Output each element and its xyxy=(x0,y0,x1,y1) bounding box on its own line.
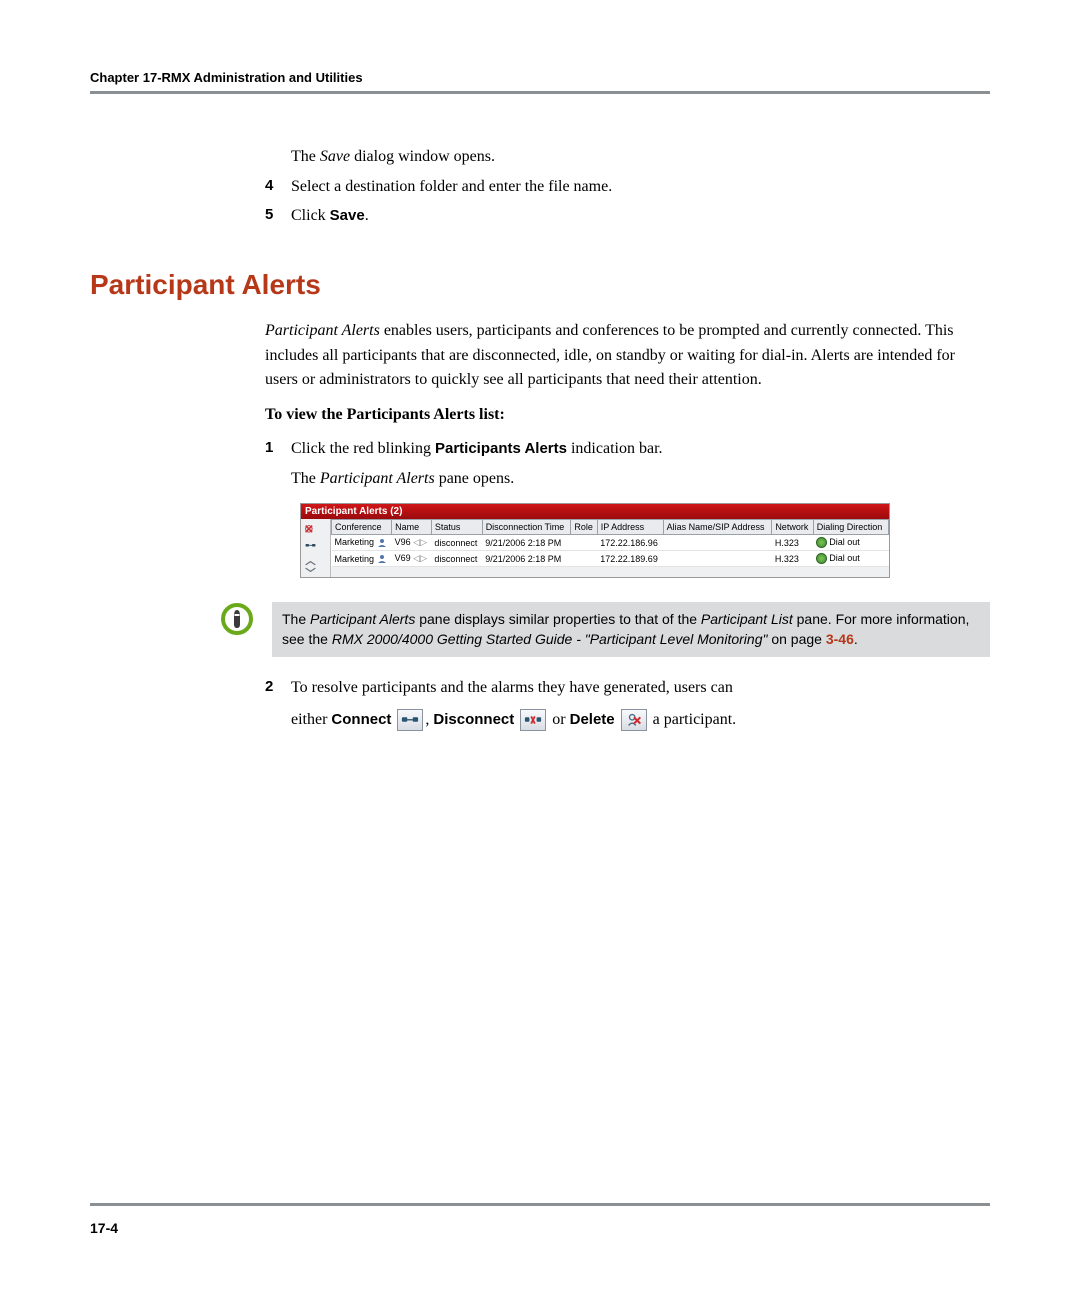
step-number-5: 5 xyxy=(265,203,291,229)
dial-out-icon xyxy=(816,537,827,548)
table-row: Marketing V96 ◁▷ disconnect 9/21/2006 2:… xyxy=(332,535,889,551)
connect-icon xyxy=(303,539,317,553)
table-row: Marketing V69 ◁▷ disconnect 9/21/2006 2:… xyxy=(332,551,889,567)
connect-button-icon xyxy=(397,709,423,731)
col-role: Role xyxy=(571,520,597,535)
section-heading: Participant Alerts xyxy=(90,269,990,301)
step-1b-text: The Participant Alerts pane opens. xyxy=(291,466,990,492)
chapter-header: Chapter 17-RMX Administration and Utilit… xyxy=(90,70,990,85)
col-dialing: Dialing Direction xyxy=(813,520,888,535)
step-1-text: Click the red blinking Participants Aler… xyxy=(291,436,990,462)
note-box: The Participant Alerts pane displays sim… xyxy=(272,602,990,657)
col-network: Network xyxy=(772,520,813,535)
info-icon xyxy=(220,602,254,641)
intro-line: The Save dialog window opens. xyxy=(291,144,990,170)
page-number: 17-4 xyxy=(90,1220,118,1236)
alerts-table: Conference Name Status Disconnection Tim… xyxy=(331,519,889,567)
col-disconnection-time: Disconnection Time xyxy=(482,520,571,535)
table-header-row: Conference Name Status Disconnection Tim… xyxy=(332,520,889,535)
dial-out-icon xyxy=(816,553,827,564)
step-number-4: 4 xyxy=(265,174,291,200)
col-status: Status xyxy=(431,520,482,535)
delete-button-icon xyxy=(621,709,647,731)
participant-alerts-screenshot: Participant Alerts (2) Conference xyxy=(300,503,890,578)
delete-icon xyxy=(303,523,317,537)
step-number-1: 1 xyxy=(265,436,291,462)
col-name: Name xyxy=(392,520,432,535)
screenshot-title-bar: Participant Alerts (2) xyxy=(301,504,889,519)
step-5-text: Click Save. xyxy=(291,203,990,229)
header-rule xyxy=(90,91,990,94)
col-alias: Alias Name/SIP Address xyxy=(663,520,772,535)
col-ip: IP Address xyxy=(597,520,663,535)
screenshot-toolbar xyxy=(301,519,331,577)
col-conference: Conference xyxy=(332,520,392,535)
disconnect-button-icon xyxy=(520,709,546,731)
to-view-label: To view the Participants Alerts list: xyxy=(265,403,990,428)
step-4-text: Select a destination folder and enter th… xyxy=(291,174,990,200)
step-2-text: To resolve participants and the alarms t… xyxy=(291,675,990,732)
step-number-2: 2 xyxy=(265,675,291,732)
expand-icon xyxy=(303,559,317,573)
section-intro: Participant Alerts enables users, partic… xyxy=(265,319,990,393)
footer-rule xyxy=(90,1203,990,1206)
